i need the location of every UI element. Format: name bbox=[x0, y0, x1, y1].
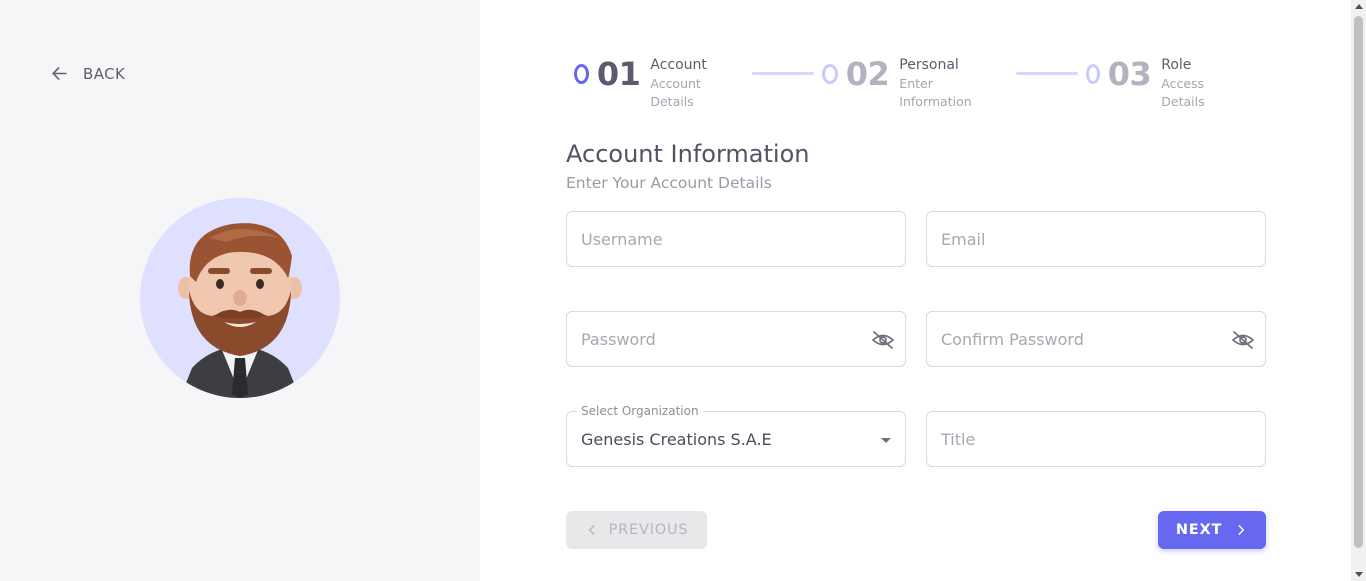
organization-value: Genesis Creations S.A.E bbox=[581, 429, 772, 449]
title-placeholder: Title bbox=[941, 429, 976, 449]
step-connector bbox=[752, 72, 814, 75]
avatar-illustration bbox=[178, 223, 302, 398]
organization-label: Select Organization bbox=[577, 404, 703, 418]
form-title: Account Information bbox=[566, 140, 810, 168]
organization-select[interactable]: Select Organization Genesis Creations S.… bbox=[566, 404, 906, 467]
vertical-scrollbar[interactable] bbox=[1351, 0, 1366, 581]
eye-off-icon[interactable] bbox=[871, 328, 895, 352]
step-title: Account bbox=[650, 57, 707, 73]
step-subtitle: Enter Information bbox=[899, 76, 972, 109]
avatar bbox=[140, 198, 340, 398]
step-indicator-icon bbox=[822, 64, 838, 84]
left-panel: BACK bbox=[0, 0, 480, 581]
caret-down-icon bbox=[881, 438, 891, 443]
step-connector bbox=[1016, 72, 1078, 75]
step-title: Role bbox=[1161, 57, 1192, 73]
step-number: 01 bbox=[596, 55, 641, 93]
email-input[interactable]: Email bbox=[926, 211, 1266, 267]
email-placeholder: Email bbox=[941, 229, 986, 249]
step-subtitle: Account Details bbox=[650, 76, 701, 109]
title-input[interactable]: Title bbox=[926, 411, 1266, 467]
step-number: 02 bbox=[845, 55, 890, 93]
step-personal[interactable]: 02 Personal Enter Information bbox=[822, 56, 976, 111]
eye-off-icon[interactable] bbox=[1231, 328, 1255, 352]
previous-label: PREVIOUS bbox=[608, 522, 689, 538]
arrow-left-icon bbox=[52, 67, 67, 80]
username-placeholder: Username bbox=[581, 229, 663, 249]
confirm-password-input[interactable]: Confirm Password bbox=[926, 311, 1266, 367]
step-subtitle: Access Details bbox=[1161, 76, 1205, 109]
step-indicator-icon bbox=[574, 64, 589, 84]
step-indicator-icon bbox=[1086, 64, 1100, 84]
confirm-password-placeholder: Confirm Password bbox=[941, 329, 1084, 349]
next-button[interactable]: NEXT bbox=[1158, 511, 1266, 549]
password-input[interactable]: Password bbox=[566, 311, 906, 367]
scroll-up-icon[interactable] bbox=[1355, 4, 1363, 9]
previous-button[interactable]: PREVIOUS bbox=[566, 511, 707, 549]
chevron-right-icon bbox=[1238, 525, 1245, 535]
step-account[interactable]: 01 Account Account Details bbox=[574, 56, 712, 111]
form-subtitle: Enter Your Account Details bbox=[566, 174, 772, 192]
step-role[interactable]: 03 Role Access Details bbox=[1086, 56, 1211, 111]
chevron-left-icon bbox=[588, 525, 595, 535]
step-number: 03 bbox=[1107, 55, 1152, 93]
password-placeholder: Password bbox=[581, 329, 656, 349]
scroll-down-icon[interactable] bbox=[1355, 572, 1363, 577]
back-button[interactable]: BACK bbox=[50, 64, 125, 83]
back-label: BACK bbox=[83, 64, 126, 83]
next-label: NEXT bbox=[1175, 522, 1223, 538]
scrollbar-thumb[interactable] bbox=[1354, 16, 1363, 548]
step-title: Personal bbox=[899, 57, 959, 73]
username-input[interactable]: Username bbox=[566, 211, 906, 267]
